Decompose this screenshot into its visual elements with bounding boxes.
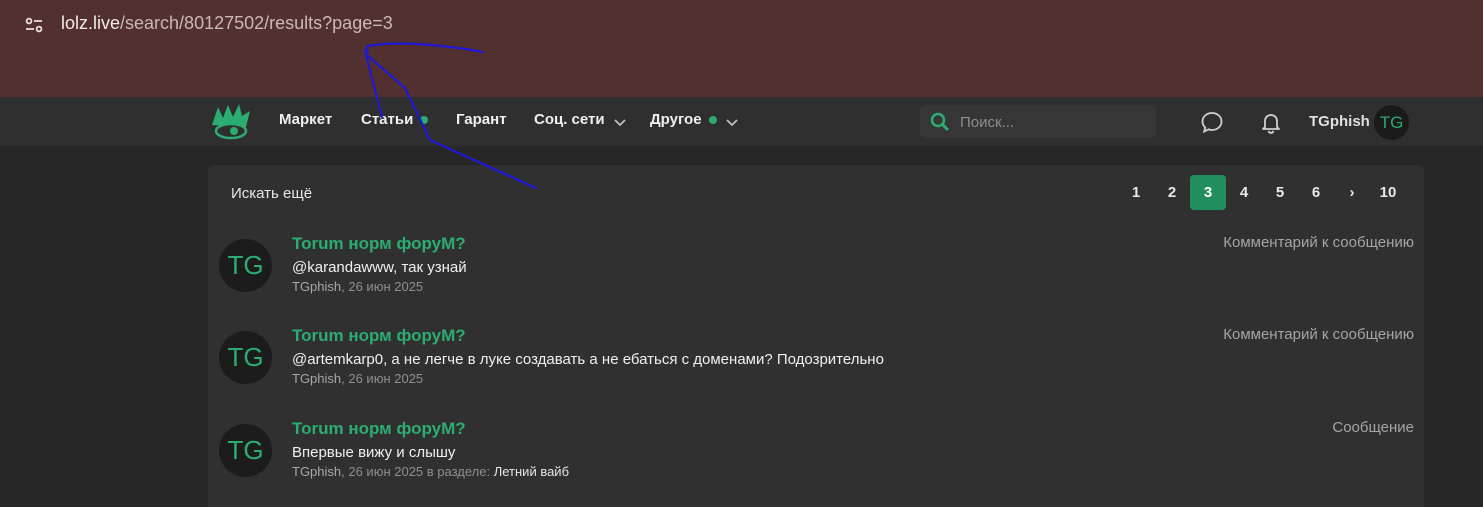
page-link-current[interactable]: 3 bbox=[1190, 175, 1226, 210]
url-path: /search/80127502/results?page=3 bbox=[120, 13, 393, 33]
new-indicator-dot bbox=[708, 115, 717, 124]
result-author[interactable]: TGphish bbox=[292, 464, 341, 479]
result-title[interactable]: Torum норм форуМ? bbox=[292, 419, 466, 439]
result-type: Комментарий к сообщению bbox=[1223, 326, 1414, 343]
forum-navbar: Маркет Статьи Гарант Соц. сети Другое TG… bbox=[0, 97, 1483, 146]
result-title[interactable]: Torum норм форуМ? bbox=[292, 326, 466, 346]
page-link-last[interactable]: 10 bbox=[1370, 175, 1406, 210]
page-link[interactable]: 5 bbox=[1262, 175, 1298, 210]
pagination: 1 2 3 4 5 6 › 10 bbox=[1118, 175, 1406, 210]
account-username[interactable]: TGphish bbox=[1309, 113, 1370, 130]
search-box[interactable] bbox=[920, 105, 1156, 138]
nav-label: Соц. сети bbox=[534, 111, 605, 128]
search-results-panel: Искать ещё 1 2 3 4 5 6 › 10 TG Torum нор… bbox=[208, 165, 1424, 507]
page-link[interactable]: 4 bbox=[1226, 175, 1262, 210]
browser-address-bar: lolz.live/search/80127502/results?page=3 bbox=[0, 0, 1483, 97]
result-meta: TGphish, 26 июн 2025 bbox=[292, 279, 423, 294]
result-author[interactable]: TGphish bbox=[292, 371, 341, 386]
site-info-icon[interactable] bbox=[24, 14, 44, 36]
nav-label: Другое bbox=[650, 111, 702, 128]
result-meta: TGphish, 26 июн 2025 bbox=[292, 371, 423, 386]
result-title[interactable]: Torum норм форуМ? bbox=[292, 234, 466, 254]
chevron-down-icon bbox=[725, 115, 739, 126]
nav-guarantor[interactable]: Гарант bbox=[456, 111, 507, 128]
account-avatar[interactable]: TG bbox=[1374, 105, 1409, 140]
list-item: TG Torum норм форуМ? Впервые вижу и слыш… bbox=[208, 415, 1424, 507]
search-more-link[interactable]: Искать ещё bbox=[231, 185, 312, 202]
nav-label: Статьи bbox=[361, 111, 414, 128]
avatar[interactable]: TG bbox=[219, 331, 272, 384]
nav-market[interactable]: Маркет bbox=[279, 111, 332, 128]
list-item: TG Torum норм форуМ? @artemkarp0, а не л… bbox=[208, 322, 1424, 414]
list-item: TG Torum норм форуМ? @karandawww, так уз… bbox=[208, 230, 1424, 322]
result-date: , 26 июн 2025 bbox=[341, 279, 424, 294]
result-snippet[interactable]: Впервые вижу и слышу bbox=[292, 444, 455, 461]
conversations-icon[interactable] bbox=[1199, 109, 1225, 135]
avatar[interactable]: TG bbox=[219, 424, 272, 477]
result-meta: TGphish, 26 июн 2025 в разделе: Летний в… bbox=[292, 464, 569, 479]
nav-articles[interactable]: Статьи bbox=[361, 111, 429, 128]
result-type: Комментарий к сообщению bbox=[1223, 234, 1414, 251]
url-field[interactable]: lolz.live/search/80127502/results?page=3 bbox=[61, 13, 393, 34]
result-snippet[interactable]: @artemkarp0, а не легче в луке создавать… bbox=[292, 351, 884, 368]
result-date: , 26 июн 2025 bbox=[341, 371, 424, 386]
lolz-logo-icon[interactable] bbox=[210, 101, 252, 141]
nav-label: Маркет bbox=[279, 111, 333, 128]
page-link[interactable]: 2 bbox=[1154, 175, 1190, 210]
url-host: lolz.live bbox=[61, 13, 121, 33]
result-snippet[interactable]: @karandawww, так узнай bbox=[292, 259, 467, 276]
nav-social[interactable]: Соц. сети bbox=[534, 111, 627, 128]
result-section-prefix: в разделе: bbox=[423, 464, 494, 479]
page-link[interactable]: 1 bbox=[1118, 175, 1154, 210]
result-author[interactable]: TGphish bbox=[292, 279, 341, 294]
search-icon bbox=[930, 112, 950, 132]
nav-other[interactable]: Другое bbox=[650, 111, 739, 128]
next-page-icon[interactable]: › bbox=[1334, 175, 1370, 210]
bell-icon[interactable] bbox=[1258, 109, 1284, 135]
result-section[interactable]: Летний вайб bbox=[494, 464, 569, 479]
nav-label: Гарант bbox=[456, 111, 507, 128]
chevron-down-icon bbox=[613, 115, 627, 126]
result-type: Сообщение bbox=[1332, 419, 1414, 436]
page-link[interactable]: 6 bbox=[1298, 175, 1334, 210]
result-date: , 26 июн 2025 bbox=[341, 464, 424, 479]
search-input[interactable] bbox=[960, 111, 1150, 133]
new-indicator-dot bbox=[420, 115, 429, 124]
avatar[interactable]: TG bbox=[219, 239, 272, 292]
